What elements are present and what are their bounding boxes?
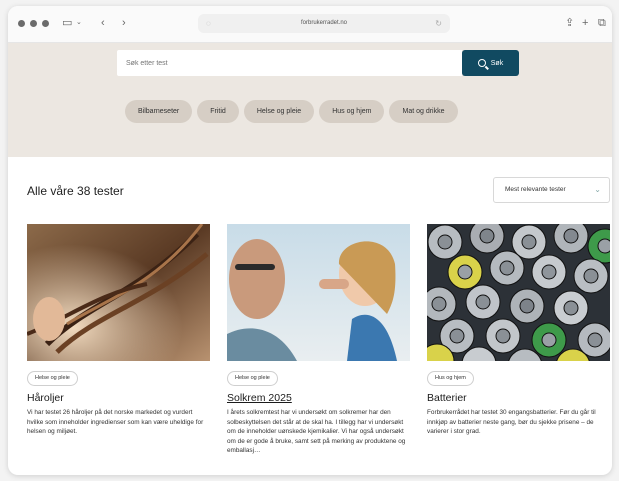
sidebar-icon[interactable]: ▭ (62, 15, 72, 31)
category-chip-bilbarneseter[interactable]: Bilbarneseter (125, 100, 193, 123)
category-tag[interactable]: Hus og hjem (427, 371, 474, 386)
category-chip-fritid[interactable]: Fritid (197, 100, 239, 123)
share-icon[interactable]: ⇪ (565, 15, 574, 31)
reload-icon[interactable]: ↻ (435, 14, 442, 33)
card-description: Vi har testet 26 håroljer på det norske … (27, 409, 204, 435)
search-hero: Søk Bilbarneseter Fritid Helse og pleie … (8, 43, 612, 157)
window-controls[interactable] (18, 20, 49, 27)
chevron-down-icon: ⌄ (594, 185, 601, 194)
sort-select-value: Mest relevante tester (505, 186, 566, 193)
search-button-label: Søk (490, 59, 504, 67)
browser-toolbar: ▭ ⌄ ‹ › ◌ forbrukerradet.no ↻ ⇪ + ⧉ (8, 6, 612, 43)
category-tag[interactable]: Helse og pleie (27, 371, 78, 386)
batteries-photo[interactable] (427, 224, 610, 361)
back-icon[interactable]: ‹ (101, 15, 105, 31)
forward-icon[interactable]: › (122, 15, 126, 31)
category-filters: Bilbarneseter Fritid Helse og pleie Hus … (125, 100, 458, 123)
minimize-window-dot[interactable] (30, 20, 37, 27)
test-card-batterier[interactable]: Hus og hjem Batterier Forbrukerrådet har… (427, 224, 610, 437)
test-card-haroljer[interactable]: Helse og pleie Håroljer Vi har testet 26… (27, 224, 210, 437)
search-input[interactable] (117, 50, 462, 76)
close-window-dot[interactable] (18, 20, 25, 27)
card-title[interactable]: Håroljer (27, 392, 210, 404)
sort-select[interactable]: Mest relevante tester ⌄ (493, 177, 610, 203)
category-chip-helse-og-pleie[interactable]: Helse og pleie (243, 100, 315, 123)
hair-oil-photo[interactable] (27, 224, 210, 361)
card-description: Forbrukerrådet har testet 30 engangsbatt… (427, 409, 596, 435)
new-tab-icon[interactable]: + (582, 15, 588, 31)
sunscreen-photo[interactable] (227, 224, 410, 361)
zoom-window-dot[interactable] (42, 20, 49, 27)
card-description: I årets solkremtest har vi undersøkt om … (227, 409, 406, 454)
shield-icon: ◌ (206, 19, 211, 28)
category-tag[interactable]: Helse og pleie (227, 371, 278, 386)
tabs-overview-icon[interactable]: ⧉ (598, 15, 606, 31)
category-chip-mat-og-drikke[interactable]: Mat og drikke (389, 100, 458, 123)
address-url: forbrukerradet.no (300, 20, 348, 26)
test-card-solkrem[interactable]: Helse og pleie Solkrem 2025 I årets solk… (227, 224, 410, 456)
search-button[interactable]: Søk (462, 50, 519, 76)
results-heading: Alle våre 38 tester (27, 184, 124, 198)
search-icon (477, 59, 486, 67)
card-title[interactable]: Solkrem 2025 (227, 392, 410, 404)
category-chip-hus-og-hjem[interactable]: Hus og hjem (319, 100, 385, 123)
browser-window: ▭ ⌄ ‹ › ◌ forbrukerradet.no ↻ ⇪ + ⧉ Søk … (8, 6, 612, 475)
card-title[interactable]: Batterier (427, 392, 610, 404)
chevron-down-icon[interactable]: ⌄ (76, 15, 82, 31)
address-bar[interactable]: ◌ forbrukerradet.no ↻ (198, 14, 450, 33)
